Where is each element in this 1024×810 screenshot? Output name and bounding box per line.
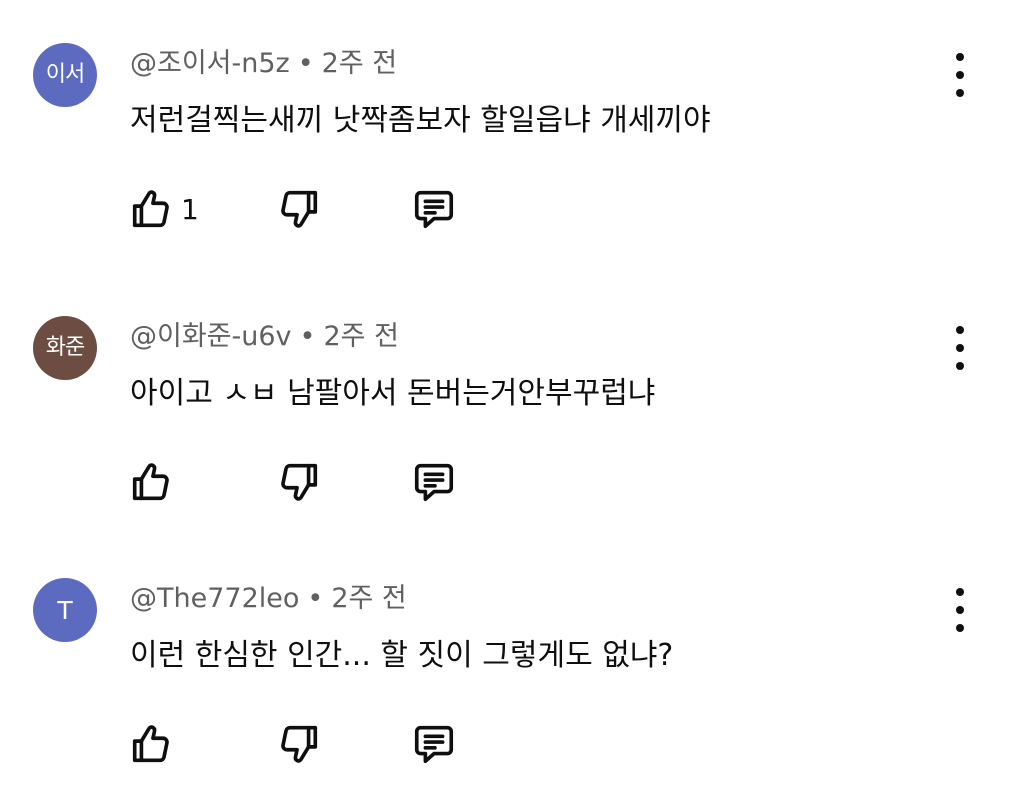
comment-text: 저런걸찍는새끼 낫짝좀보자 할일읍냐 개세끼야 <box>130 103 711 138</box>
more-vertical-icon[interactable] <box>943 53 977 97</box>
thumbs-down-icon <box>281 463 318 501</box>
thumbs-up-icon <box>132 463 169 501</box>
author-name[interactable]: @The772leo <box>130 583 299 614</box>
comment-item: T @The772leo • 2주 전 이런 한심한 인간... 할 짓이 그렇게도… <box>0 535 1024 785</box>
comment-meta: @이화준-u6v • 2주 전 <box>130 321 399 353</box>
thumbs-up-icon <box>132 190 169 228</box>
avatar[interactable]: 화준 <box>33 316 97 380</box>
like-button[interactable] <box>125 456 177 508</box>
comment-time: 2주 전 <box>321 48 398 79</box>
like-button[interactable] <box>125 183 177 235</box>
like-count: 1 <box>181 193 199 226</box>
avatar[interactable]: 이서 <box>33 43 97 107</box>
avatar[interactable]: T <box>33 578 97 642</box>
comment-item: 이서 @조이서-n5z • 2주 전 저런걸찍는새끼 낫짝좀보자 할일읍냐 개세끼야… <box>0 0 1024 250</box>
meta-separator: • <box>307 583 324 614</box>
dislike-button[interactable] <box>273 456 325 508</box>
thumbs-down-icon <box>281 190 318 228</box>
comment-time: 2주 전 <box>323 321 399 352</box>
reply-button[interactable] <box>408 718 460 770</box>
more-vertical-icon[interactable] <box>943 588 977 632</box>
comment-item: 화준 @이화준-u6v • 2주 전 아이고 ㅅㅂ 남팔아서 돈버는거안부꾸럽냐 <box>0 273 1024 523</box>
comment-reply-icon <box>414 463 454 502</box>
comment-time: 2주 전 <box>331 583 407 614</box>
comment-reply-icon <box>414 725 454 764</box>
comment-text: 아이고 ㅅㅂ 남팔아서 돈버는거안부꾸럽냐 <box>130 376 656 411</box>
reply-button[interactable] <box>408 183 460 235</box>
author-name[interactable]: @이화준-u6v <box>130 321 292 352</box>
meta-separator: • <box>299 321 316 352</box>
comment-meta: @The772leo • 2주 전 <box>130 583 407 615</box>
meta-separator: • <box>297 48 314 79</box>
author-name[interactable]: @조이서-n5z <box>130 48 290 79</box>
dislike-button[interactable] <box>273 718 325 770</box>
dislike-button[interactable] <box>273 183 325 235</box>
like-button[interactable] <box>125 718 177 770</box>
comment-reply-icon <box>414 190 454 229</box>
comment-text: 이런 한심한 인간... 할 짓이 그렇게도 없냐? <box>130 638 674 673</box>
comment-meta: @조이서-n5z • 2주 전 <box>130 48 397 80</box>
reply-button[interactable] <box>408 456 460 508</box>
more-vertical-icon[interactable] <box>943 326 977 370</box>
thumbs-down-icon <box>281 725 318 763</box>
thumbs-up-icon <box>132 725 169 763</box>
